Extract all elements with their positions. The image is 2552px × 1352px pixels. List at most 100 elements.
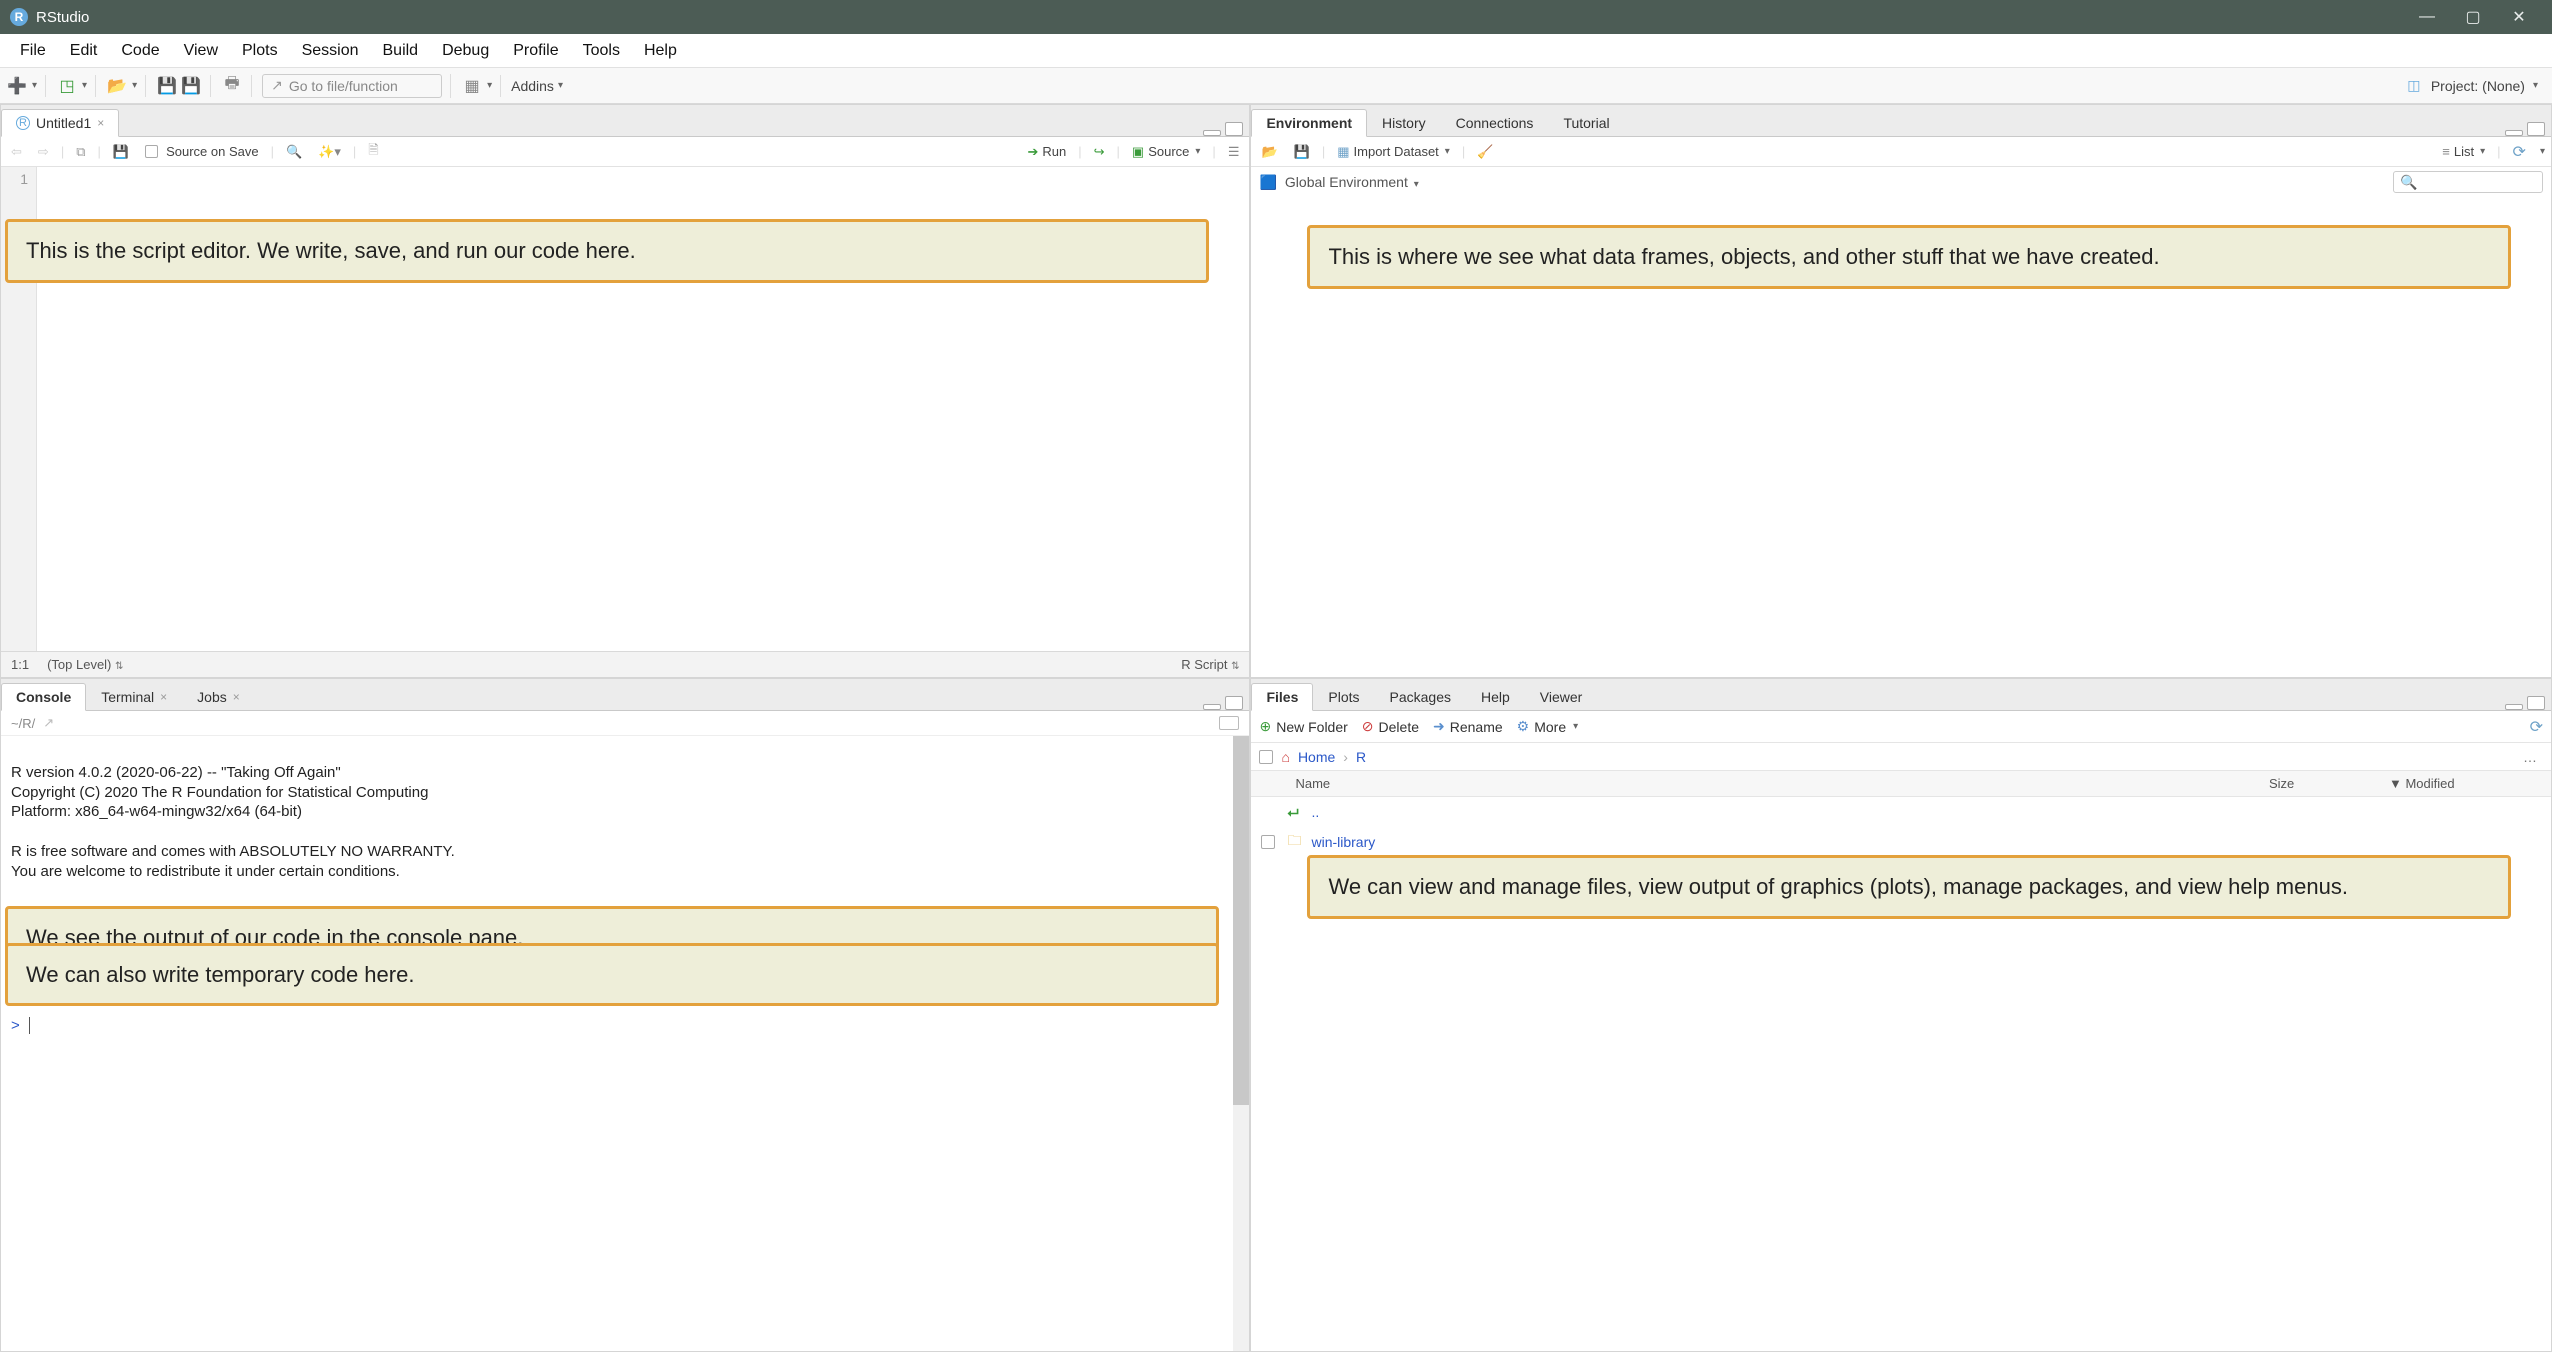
- tab-packages[interactable]: Packages: [1375, 683, 1466, 710]
- new-file-dropdown[interactable]: ▾: [32, 80, 37, 91]
- menu-edit[interactable]: Edit: [58, 38, 110, 64]
- pane-minimize-button[interactable]: [2505, 704, 2523, 710]
- tab-terminal[interactable]: Terminal×: [86, 683, 182, 710]
- col-modified[interactable]: ▼ Modified: [2381, 776, 2551, 791]
- clear-workspace-icon[interactable]: 🧹: [1473, 142, 1497, 162]
- refresh-dropdown[interactable]: ▾: [2540, 146, 2545, 157]
- tab-tutorial[interactable]: Tutorial: [1548, 109, 1624, 136]
- addins-dropdown[interactable]: ▾: [558, 80, 563, 91]
- menu-code[interactable]: Code: [109, 38, 171, 64]
- open-recent-dropdown[interactable]: ▾: [132, 80, 137, 91]
- editor-body[interactable]: 1 This is the script editor. We write, s…: [1, 167, 1249, 651]
- new-file-icon[interactable]: ➕: [6, 75, 28, 97]
- notebook-icon[interactable]: 🗎: [364, 139, 382, 165]
- outline-icon[interactable]: ☰: [1224, 142, 1244, 162]
- file-row-checkbox[interactable]: [1261, 835, 1275, 849]
- console-body[interactable]: R version 4.0.2 (2020-06-22) -- "Taking …: [1, 736, 1249, 1351]
- menu-view[interactable]: View: [172, 38, 230, 64]
- console-prompt[interactable]: >: [11, 1017, 20, 1034]
- save-icon[interactable]: 💾: [156, 75, 178, 97]
- tab-console[interactable]: Console: [1, 683, 86, 711]
- popout-icon[interactable]: ⧉: [72, 142, 89, 162]
- file-row-winlibrary[interactable]: 🗀 win-library: [1251, 827, 2551, 857]
- source-dropdown[interactable]: ▾: [1195, 146, 1200, 157]
- new-project-dropdown[interactable]: ▾: [82, 80, 87, 91]
- menu-tools[interactable]: Tools: [571, 38, 632, 64]
- pane-maximize-button[interactable]: [1225, 696, 1243, 710]
- find-icon[interactable]: 🔍: [282, 142, 306, 162]
- crumb-home[interactable]: Home: [1298, 749, 1335, 765]
- tab-plots[interactable]: Plots: [1313, 683, 1374, 710]
- window-close-button[interactable]: ✕: [2496, 7, 2542, 27]
- tab-files[interactable]: Files: [1251, 683, 1313, 711]
- scope-indicator[interactable]: (Top Level) ⇅: [47, 657, 123, 672]
- panes-dropdown[interactable]: ▾: [487, 80, 492, 91]
- env-search-input[interactable]: 🔍: [2393, 171, 2543, 193]
- window-minimize-button[interactable]: —: [2404, 8, 2450, 26]
- delete-button[interactable]: ⊘ Delete: [1362, 718, 1419, 735]
- breadcrumb-more-icon[interactable]: …: [2523, 749, 2543, 765]
- col-name[interactable]: Name: [1287, 776, 2261, 791]
- nav-forward-icon[interactable]: ⇨: [34, 142, 53, 162]
- window-maximize-button[interactable]: ▢: [2450, 7, 2496, 27]
- menu-profile[interactable]: Profile: [501, 38, 570, 64]
- save-source-icon[interactable]: 💾: [109, 142, 133, 162]
- menu-help[interactable]: Help: [632, 38, 689, 64]
- more-button[interactable]: ⚙ More ▾: [1517, 718, 1579, 735]
- nav-back-icon[interactable]: ⇦: [7, 142, 26, 162]
- env-scope-selector[interactable]: Global Environment ▾: [1285, 174, 1419, 190]
- rerun-icon[interactable]: ↪: [1090, 142, 1109, 162]
- select-all-checkbox[interactable]: [1259, 750, 1273, 764]
- pane-minimize-button[interactable]: [2505, 130, 2523, 136]
- pane-minimize-button[interactable]: [1203, 130, 1221, 136]
- popout-console-icon[interactable]: ↗: [43, 715, 54, 731]
- pane-minimize-button[interactable]: [1203, 704, 1221, 710]
- menu-file[interactable]: File: [8, 38, 58, 64]
- file-type-indicator[interactable]: R Script ⇅: [1181, 657, 1239, 672]
- project-dropdown[interactable]: ▾: [2533, 80, 2538, 91]
- new-project-icon[interactable]: ◳: [56, 75, 78, 97]
- menu-debug[interactable]: Debug: [430, 38, 501, 64]
- workspace-panes-icon[interactable]: ▦: [461, 75, 483, 97]
- rename-button[interactable]: ➜ Rename: [1433, 718, 1503, 735]
- goto-file-function-input[interactable]: ↗ Go to file/function: [262, 74, 442, 98]
- addins-menu[interactable]: Addins: [511, 78, 554, 94]
- import-dataset-button[interactable]: ▦ Import Dataset ▾: [1333, 142, 1454, 162]
- save-all-icon[interactable]: 💾: [180, 75, 202, 97]
- refresh-env-icon[interactable]: ⟳: [2509, 140, 2530, 164]
- pane-maximize-button[interactable]: [1225, 122, 1243, 136]
- console-cursor[interactable]: [29, 1017, 34, 1034]
- print-icon[interactable]: 🖶: [221, 75, 243, 97]
- refresh-files-icon[interactable]: ⟳: [2530, 717, 2543, 737]
- menu-plots[interactable]: Plots: [230, 38, 290, 64]
- pane-maximize-button[interactable]: [2527, 122, 2545, 136]
- home-icon[interactable]: ⌂: [1281, 749, 1289, 765]
- file-row-up[interactable]: ⮠ ..: [1251, 797, 2551, 827]
- env-view-mode[interactable]: ≡ List ▾: [2438, 142, 2489, 161]
- new-folder-button[interactable]: ⊕ New Folder: [1259, 718, 1347, 735]
- run-button[interactable]: ➔ Run: [1023, 142, 1070, 162]
- menu-build[interactable]: Build: [371, 38, 431, 64]
- wand-icon[interactable]: ✨▾: [314, 142, 345, 162]
- load-workspace-icon[interactable]: 📂: [1257, 142, 1281, 162]
- clear-console-icon[interactable]: [1219, 716, 1239, 730]
- tab-viewer[interactable]: Viewer: [1525, 683, 1598, 710]
- project-selector[interactable]: ◫ Project: (None) ▾: [2403, 75, 2546, 97]
- tab-jobs[interactable]: Jobs×: [182, 683, 255, 710]
- source-button[interactable]: ▣ Source ▾: [1128, 142, 1205, 162]
- menu-session[interactable]: Session: [290, 38, 371, 64]
- open-file-icon[interactable]: 📂: [106, 75, 128, 97]
- save-workspace-icon[interactable]: 💾: [1290, 142, 1314, 162]
- source-tab-untitled1[interactable]: R Untitled1 ×: [1, 109, 119, 137]
- crumb-r[interactable]: R: [1356, 749, 1366, 765]
- source-btn-label: Source: [1148, 144, 1189, 159]
- tab-environment[interactable]: Environment: [1251, 109, 1367, 137]
- tab-connections[interactable]: Connections: [1441, 109, 1549, 136]
- tab-help[interactable]: Help: [1466, 683, 1525, 710]
- source-on-save-checkbox[interactable]: Source on Save: [141, 142, 263, 161]
- console-scrollbar-thumb[interactable]: [1233, 736, 1249, 1105]
- close-tab-icon[interactable]: ×: [97, 116, 104, 130]
- pane-maximize-button[interactable]: [2527, 696, 2545, 710]
- tab-history[interactable]: History: [1367, 109, 1441, 136]
- col-size[interactable]: Size: [2261, 776, 2381, 791]
